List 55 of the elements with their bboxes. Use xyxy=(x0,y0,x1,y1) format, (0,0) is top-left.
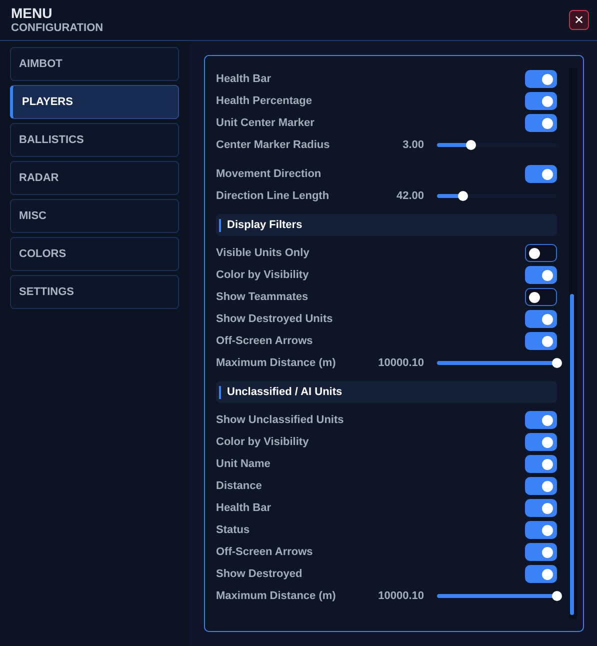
toggle-switch[interactable] xyxy=(525,455,557,473)
toggle-switch[interactable] xyxy=(525,499,557,517)
setting-label: Direction Line Length xyxy=(216,190,330,202)
toggle-switch[interactable] xyxy=(525,266,557,284)
toggle-switch[interactable] xyxy=(525,433,557,451)
setting-label: Off-Screen Arrows xyxy=(216,546,314,558)
section-title: Unclassified / AI Units xyxy=(227,386,342,398)
sidebar-tab[interactable]: SETTINGS xyxy=(10,275,179,309)
slider-value: 42.00 xyxy=(396,190,424,202)
setting-label: Visible Units Only xyxy=(216,247,310,259)
setting-label: Unit Center Marker xyxy=(216,117,316,129)
setting-label: Health Bar xyxy=(216,73,272,85)
toggle-switch[interactable] xyxy=(525,244,557,262)
toggle-switch[interactable] xyxy=(525,332,557,350)
toggle-switch[interactable] xyxy=(525,70,557,88)
setting-label: Unit Name xyxy=(216,458,272,470)
scrollbar-thumb[interactable] xyxy=(570,294,574,615)
slider-value: 10000.10 xyxy=(378,590,424,602)
setting-label: Show Destroyed Units xyxy=(216,313,334,325)
setting-label: Off-Screen Arrows xyxy=(216,335,314,347)
toggle-switch[interactable] xyxy=(525,114,557,132)
setting-label: Distance xyxy=(216,480,263,492)
setting-label: Maximum Distance (m) xyxy=(216,357,337,369)
section-title: Display Filters xyxy=(227,219,302,231)
toggle-switch[interactable] xyxy=(525,165,557,183)
sidebar-tab[interactable]: COLORS xyxy=(10,237,179,271)
setting-label: Show Destroyed xyxy=(216,568,304,580)
setting-label: Health Percentage xyxy=(216,95,313,107)
sidebar-tab[interactable]: BALLISTICS xyxy=(10,123,179,157)
menu-subtitle: CONFIGURATION xyxy=(11,21,104,35)
menu-title: MENU xyxy=(11,5,54,21)
setting-label: Color by Visibility xyxy=(216,269,310,281)
slider-value: 10000.10 xyxy=(378,357,424,369)
sidebar-tab[interactable]: PLAYERS xyxy=(10,85,179,119)
setting-label: Color by Visibility xyxy=(216,436,310,448)
toggle-switch[interactable] xyxy=(525,411,557,429)
sidebar-tab[interactable]: MISC xyxy=(10,199,179,233)
toggle-switch[interactable] xyxy=(525,521,557,539)
slider-value: 3.00 xyxy=(402,139,424,151)
setting-label: Show Unclassified Units xyxy=(216,414,345,426)
close-button[interactable]: ✕ xyxy=(569,10,589,30)
setting-label: Movement Direction xyxy=(216,168,322,180)
setting-label: Show Teammates xyxy=(216,291,310,303)
sidebar-tab[interactable]: AIMBOT xyxy=(10,47,179,81)
toggle-switch[interactable] xyxy=(525,543,557,561)
setting-label: Maximum Distance (m) xyxy=(216,590,337,602)
sidebar-tab[interactable]: RADAR xyxy=(10,161,179,195)
toggle-switch[interactable] xyxy=(525,288,557,306)
toggle-switch[interactable] xyxy=(525,477,557,495)
toggle-switch[interactable] xyxy=(525,92,557,110)
toggle-switch[interactable] xyxy=(525,565,557,583)
setting-label: Status xyxy=(216,524,251,536)
setting-label: Health Bar xyxy=(216,502,272,514)
toggle-switch[interactable] xyxy=(525,310,557,328)
setting-label: Center Marker Radius xyxy=(216,139,331,151)
